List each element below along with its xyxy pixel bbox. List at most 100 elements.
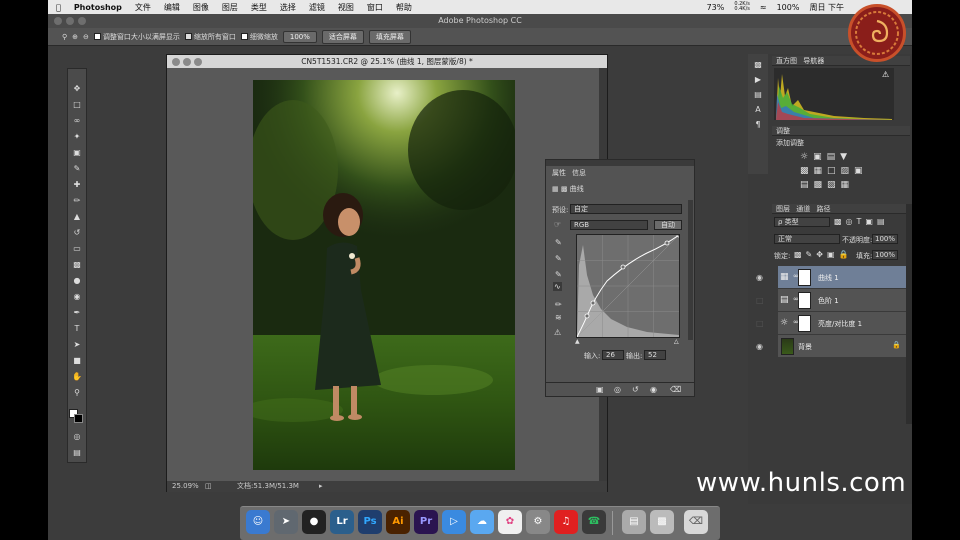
- wifi-icon[interactable]: ≈: [760, 3, 767, 12]
- layer-row-brightness[interactable]: □ ☼ ∞ 亮度/对比度 1: [756, 312, 906, 335]
- menu-filter[interactable]: 滤镜: [309, 2, 325, 13]
- doc-close-button[interactable]: [172, 58, 180, 66]
- fit-screen-button[interactable]: 适合屏幕: [321, 29, 364, 44]
- tab-layers[interactable]: 图层: [776, 205, 790, 213]
- visibility-off-box[interactable]: □: [756, 296, 766, 305]
- zoom-in-icon[interactable]: ⊕: [72, 33, 78, 41]
- fill-screen-button[interactable]: 填充屏幕: [368, 29, 411, 44]
- canvas-area[interactable]: [167, 68, 599, 481]
- minimize-button[interactable]: [66, 17, 74, 25]
- eraser-tool-icon[interactable]: ▭: [70, 243, 84, 255]
- menu-view[interactable]: 视图: [338, 2, 354, 13]
- actions-play-icon[interactable]: ▶: [748, 75, 768, 84]
- white-point-eyedropper-icon[interactable]: ✎: [555, 270, 562, 279]
- clip-to-layer-icon[interactable]: ▣: [596, 385, 604, 394]
- layer-mask-thumb[interactable]: [798, 292, 811, 309]
- finder-icon[interactable]: ☺: [246, 510, 270, 534]
- target-adjust-icon[interactable]: ☞: [554, 220, 561, 229]
- document-title-bar[interactable]: CN5T1531.CR2 @ 25.1% (曲线 1, 图层蒙版/8) *: [167, 55, 607, 68]
- visibility-eye-icon[interactable]: ◉: [756, 342, 766, 351]
- layer-row-background[interactable]: ◉ 背景 🔒: [756, 335, 906, 358]
- type-tool-icon[interactable]: T: [70, 323, 84, 335]
- black-slider-icon[interactable]: ▲: [575, 338, 580, 345]
- hand-tool-icon[interactable]: ✋: [70, 371, 84, 383]
- view-previous-icon[interactable]: ◎: [614, 385, 621, 394]
- resize-windows-checkbox[interactable]: [93, 33, 101, 40]
- clipping-warning-icon[interactable]: ⚠: [554, 328, 561, 337]
- curve-point-mode-icon[interactable]: ∿: [553, 282, 562, 291]
- history-brush-icon[interactable]: ↺: [70, 227, 84, 239]
- tab-paths[interactable]: 路径: [816, 205, 830, 213]
- zoom-level[interactable]: 25.09%: [172, 481, 199, 492]
- apple-icon[interactable]: : [56, 3, 61, 12]
- preset-select[interactable]: 自定: [570, 204, 682, 214]
- channel-select[interactable]: RGB: [570, 220, 648, 230]
- illustrator-icon[interactable]: Ai: [386, 510, 410, 534]
- menu-select[interactable]: 选择: [280, 2, 296, 13]
- zoom-tool-icon[interactable]: ⚲: [62, 33, 67, 41]
- layer-mask-thumb[interactable]: [798, 269, 811, 286]
- photo-canvas[interactable]: [253, 80, 515, 470]
- menu-edit[interactable]: 编辑: [164, 2, 180, 13]
- evernote-icon[interactable]: ☎: [582, 510, 606, 534]
- paragraph-icon[interactable]: ¶: [748, 120, 768, 129]
- tab-histogram[interactable]: 直方图: [776, 57, 797, 65]
- zoom-all-option[interactable]: 缩放所有窗口: [184, 32, 236, 42]
- mask-icon[interactable]: ▩: [561, 185, 568, 193]
- menu-layer[interactable]: 图层: [222, 2, 238, 13]
- scrubby-zoom-checkbox[interactable]: [240, 33, 248, 40]
- magic-wand-icon[interactable]: ✦: [70, 131, 84, 143]
- move-tool-icon[interactable]: ✥: [70, 83, 84, 95]
- tab-channels[interactable]: 通道: [796, 205, 810, 213]
- delete-adjustment-icon[interactable]: ⌫: [670, 385, 681, 394]
- blend-mode-select[interactable]: 正常: [774, 234, 840, 244]
- layer-row-levels[interactable]: □ ▤ ∞ 色阶 1: [756, 289, 906, 312]
- panel-scrollbar[interactable]: [688, 200, 693, 340]
- reset-icon[interactable]: ↺: [632, 385, 639, 394]
- stamp-tool-icon[interactable]: ▲: [70, 211, 84, 223]
- blur-tool-icon[interactable]: ●: [70, 275, 84, 287]
- photos-icon[interactable]: ✿: [498, 510, 522, 534]
- downloads-stack-icon[interactable]: ▤: [622, 510, 646, 534]
- history-icon[interactable]: ▩: [748, 60, 768, 69]
- zoom-button[interactable]: [78, 17, 86, 25]
- black-point-eyedropper-icon[interactable]: ✎: [555, 238, 562, 247]
- smooth-icon[interactable]: ≋: [555, 313, 562, 322]
- scrubby-zoom-option[interactable]: 细微缩放: [240, 32, 278, 42]
- gradient-tool-icon[interactable]: ▩: [70, 259, 84, 271]
- menu-window[interactable]: 窗口: [367, 2, 383, 13]
- lock-icons[interactable]: ▩✎✥▣🔒: [794, 250, 852, 259]
- zoom-out-icon[interactable]: ⊖: [83, 33, 89, 41]
- layer-filter-select[interactable]: ρ 类型: [774, 217, 830, 227]
- layer-filter-icons[interactable]: ▩◎T▣▤: [834, 217, 889, 226]
- netease-music-icon[interactable]: ♫: [554, 510, 578, 534]
- qq-icon[interactable]: ●: [302, 510, 326, 534]
- menu-app-photoshop[interactable]: Photoshop: [74, 3, 122, 12]
- white-slider-icon[interactable]: △: [674, 338, 679, 345]
- doc-zoom-button[interactable]: [194, 58, 202, 66]
- curve-graph[interactable]: [576, 232, 682, 338]
- output-field[interactable]: 52: [644, 350, 666, 360]
- launchpad-icon[interactable]: ➤: [274, 510, 298, 534]
- adjustment-icons-row3[interactable]: ▤▩▧▦: [800, 180, 854, 190]
- gray-point-eyedropper-icon[interactable]: ✎: [555, 254, 562, 263]
- character-icon[interactable]: A: [748, 105, 768, 114]
- layer-row-curves[interactable]: ◉ ▦ ∞ 曲线 1: [756, 266, 906, 289]
- lightroom-icon[interactable]: Lr: [330, 510, 354, 534]
- input-field[interactable]: 26: [602, 350, 624, 360]
- path-select-icon[interactable]: ➤: [70, 339, 84, 351]
- resize-windows-option[interactable]: 调整窗口大小以满屏显示: [93, 32, 180, 42]
- tab-info[interactable]: 信息: [572, 168, 586, 178]
- system-preferences-icon[interactable]: ⚙: [526, 510, 550, 534]
- pen-tool-icon[interactable]: ✒: [70, 307, 84, 319]
- lasso-tool-icon[interactable]: ∞: [70, 115, 84, 127]
- status-menu-arrow-icon[interactable]: ▸: [319, 481, 323, 492]
- brush-tool-icon[interactable]: ✏: [70, 195, 84, 207]
- photoshop-icon[interactable]: Ps: [358, 510, 382, 534]
- close-button[interactable]: [54, 17, 62, 25]
- menu-image[interactable]: 图像: [193, 2, 209, 13]
- premiere-icon[interactable]: Pr: [414, 510, 438, 534]
- video-app-icon[interactable]: ▷: [442, 510, 466, 534]
- visibility-off-box[interactable]: □: [756, 319, 766, 328]
- panel-grip[interactable]: [546, 160, 694, 166]
